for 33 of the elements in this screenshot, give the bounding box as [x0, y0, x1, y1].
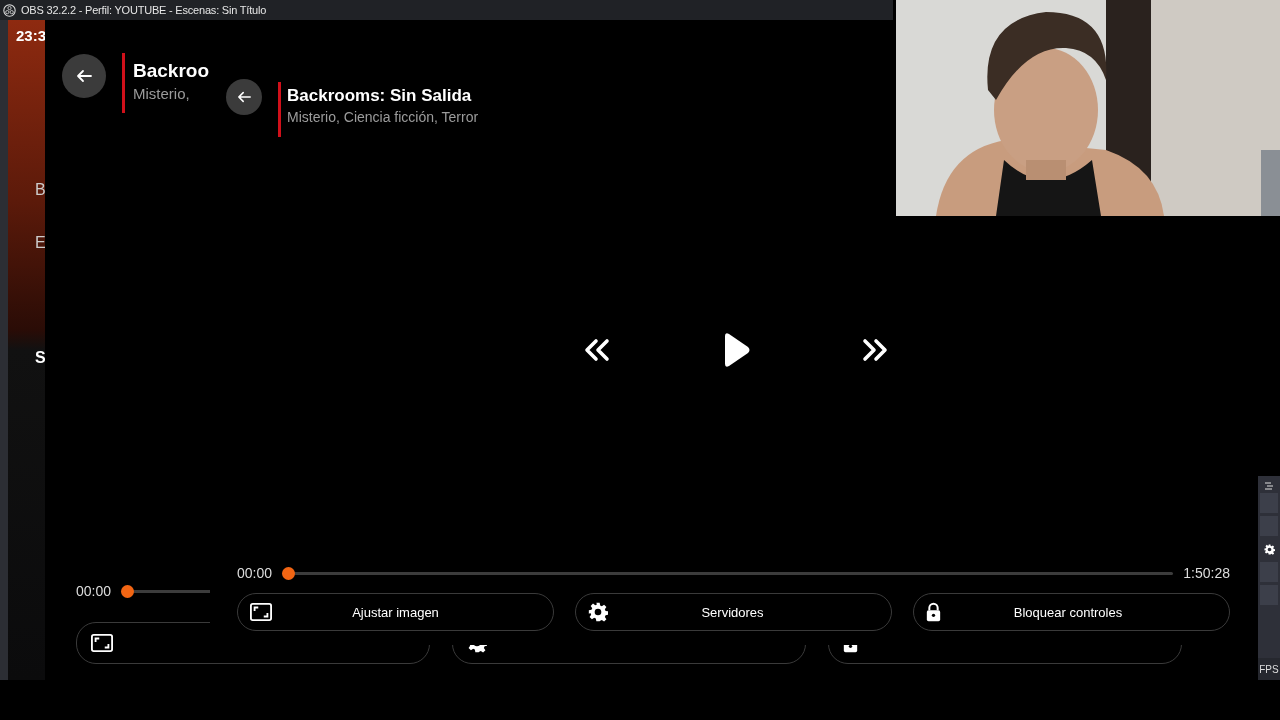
video-title: Backrooms: Sin Salida — [287, 86, 473, 106]
fit-icon — [91, 634, 113, 652]
current-time: 00:00 — [237, 565, 273, 581]
fast-forward-button[interactable] — [860, 338, 889, 362]
video-title: Backroo — [133, 60, 210, 82]
option-button[interactable]: Ajustar imagen — [237, 593, 554, 631]
option-button[interactable]: Bloquear controles — [913, 593, 1230, 631]
duration-time: 1:50:28 — [1183, 565, 1230, 581]
slider-thumb[interactable] — [121, 584, 135, 598]
fps-label: FPS — [1259, 663, 1279, 675]
back-button[interactable] — [62, 54, 106, 98]
window-title: OBS 32.2.2 - Perfil: YOUTUBE - Escenas: Sin Título — [21, 4, 267, 16]
clock-text: 23:3 — [16, 27, 47, 44]
progress-slider[interactable] — [282, 566, 1174, 580]
back-button[interactable] — [226, 78, 262, 115]
partial-text: E — [35, 234, 46, 252]
accent-bar — [122, 53, 125, 113]
partial-text: S — [35, 349, 46, 367]
slider-thumb[interactable] — [282, 566, 296, 580]
logo-icon — [3, 3, 16, 17]
video-genres: Misterio, — [133, 85, 190, 102]
option-button[interactable]: Servidores — [575, 593, 892, 631]
fast-forward-icon — [860, 338, 889, 362]
rewind-icon — [582, 338, 611, 362]
back-arrow-icon — [236, 89, 252, 104]
back-arrow-icon — [75, 68, 93, 84]
menu-icon — [1264, 482, 1274, 490]
video-genres: Misterio, Ciencia ficción, Terror — [287, 109, 479, 125]
fit-icon — [250, 603, 272, 621]
accent-bar — [278, 82, 281, 137]
rewind-button[interactable] — [582, 338, 611, 362]
partial-text: B — [35, 181, 46, 199]
current-time: 00:00 — [76, 583, 112, 599]
